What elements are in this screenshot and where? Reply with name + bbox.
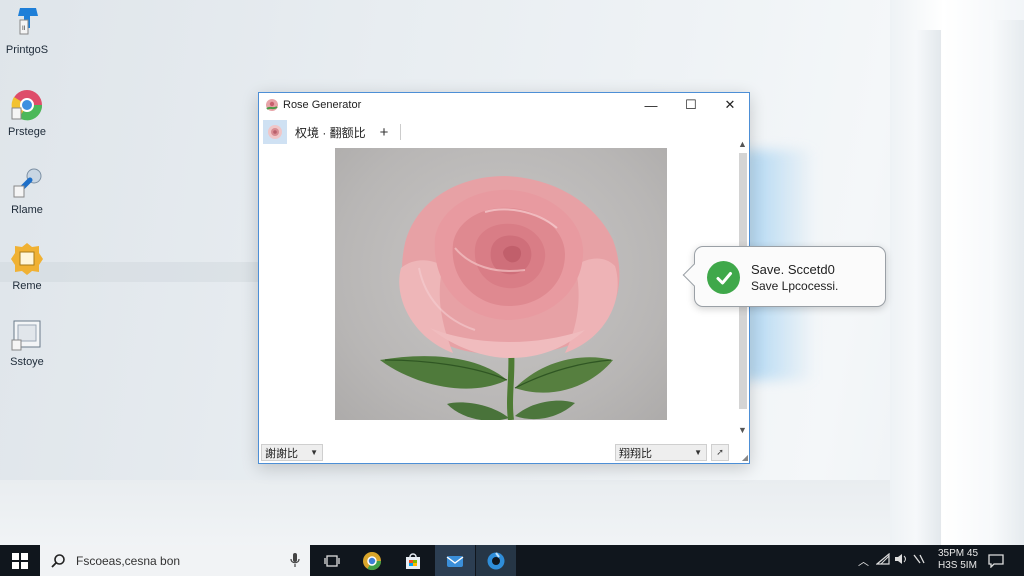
desktop-icon-label: Prstege <box>8 126 46 138</box>
wallpaper-window-frame <box>915 30 941 545</box>
system-tray: ︿ <box>858 545 930 576</box>
right-select[interactable]: 翔翔比 ▼ <box>615 444 707 461</box>
clock-date: H3S 5IM <box>938 560 977 571</box>
go-button[interactable]: ➚ <box>711 444 729 461</box>
taskbar: Fscoeas,cesna bon ︿ 35PM 45 H3S 5IM <box>0 545 1024 576</box>
wallpaper-window-frame-right <box>990 20 1024 545</box>
search-icon <box>50 553 66 569</box>
tab-current[interactable]: 权境 · 翻额比 <box>295 124 366 141</box>
right-select-value: 翔翔比 <box>619 447 652 460</box>
scroll-up-arrow-icon[interactable]: ▲ <box>738 139 747 149</box>
window-toolbar: 权境 · 翻额比 + <box>259 117 749 147</box>
left-select-value: 謝謝比 <box>265 447 298 460</box>
taskbar-app-button[interactable] <box>476 545 516 576</box>
desktop-icon-label: Sstoye <box>10 356 44 368</box>
blank-doc-icon <box>10 318 44 352</box>
minimize-button[interactable]: — <box>631 93 671 117</box>
search-placeholder: Fscoeas,cesna bon <box>76 553 181 568</box>
rose-generator-window[interactable]: Rose Generator — ☐ ✕ 权境 · 翻额比 + ▲ ▼ 謝謝比 … <box>258 92 750 464</box>
checkmark-icon <box>707 261 740 294</box>
toast-title: Save. Sccetd0 <box>751 262 835 277</box>
wallpaper-floor <box>0 480 1024 550</box>
left-select[interactable]: 謝謝比 ▼ <box>261 444 323 461</box>
show-hidden-icons-chevron-icon[interactable]: ︿ <box>858 553 872 569</box>
image-canvas[interactable] <box>335 148 667 420</box>
close-button[interactable]: ✕ <box>710 93 750 117</box>
browser-icon <box>363 551 381 570</box>
chrome-like-icon <box>10 88 44 122</box>
rose-thumbnail-icon[interactable] <box>263 120 287 144</box>
desktop-icon-printgos[interactable]: II PrintgoS <box>2 6 52 68</box>
settings-app-icon <box>10 166 44 200</box>
folder-app-icon <box>10 242 44 276</box>
microphone-icon[interactable] <box>290 553 300 568</box>
windows-logo-icon <box>12 552 28 569</box>
desktop-icon-reme[interactable]: Reme <box>2 242 52 304</box>
desktop-icon-label: Rlame <box>11 204 43 216</box>
desktop-icon-label: Reme <box>12 280 42 292</box>
clock-time: 35PM 45 <box>938 548 979 559</box>
start-button[interactable] <box>0 545 40 576</box>
desktop-icon-rlame[interactable]: Rlame <box>2 166 52 228</box>
taskbar-store-button[interactable] <box>393 545 433 576</box>
taskbar-search[interactable]: Fscoeas,cesna bon <box>40 545 310 576</box>
printer-app-icon: II <box>10 6 44 40</box>
battery-icon[interactable] <box>912 553 930 568</box>
desktop-icon-label: PrintgoS <box>5 44 49 56</box>
add-tab-button[interactable]: + <box>380 124 389 141</box>
desktop-icon-prstege[interactable]: Prstege <box>2 88 52 150</box>
taskbar-mail-button[interactable] <box>435 545 475 576</box>
taskbar-browser-button[interactable] <box>352 545 392 576</box>
taskbar-clock[interactable]: 35PM 45 H3S 5IM <box>938 548 982 572</box>
store-bag-icon <box>406 552 420 569</box>
toast-message: Save Lpcocessi. <box>751 279 839 293</box>
app-logo-icon <box>265 98 279 112</box>
volume-icon[interactable] <box>894 553 912 568</box>
rose-image <box>380 176 620 420</box>
scroll-down-arrow-icon[interactable]: ▼ <box>738 425 747 435</box>
chevron-down-icon: ▼ <box>310 448 318 457</box>
circular-app-icon <box>487 551 505 569</box>
mail-icon <box>446 555 464 567</box>
resize-grip-icon[interactable]: ◢ <box>742 453 748 462</box>
chevron-down-icon: ▼ <box>694 448 702 457</box>
notification-icon <box>988 553 1004 568</box>
network-icon[interactable] <box>875 552 894 568</box>
svg-text:II: II <box>22 25 26 32</box>
maximize-button[interactable]: ☐ <box>671 93 711 117</box>
task-view-icon <box>324 554 340 567</box>
task-view-button[interactable] <box>312 545 352 576</box>
notification-center-button[interactable] <box>988 545 1004 576</box>
toolbar-divider <box>400 124 402 140</box>
window-title: Rose Generator <box>283 99 362 111</box>
desktop-icon-sstoye[interactable]: Sstoye <box>2 318 52 380</box>
save-success-toast[interactable]: Save. Sccetd0 Save Lpcocessi. <box>682 246 886 307</box>
